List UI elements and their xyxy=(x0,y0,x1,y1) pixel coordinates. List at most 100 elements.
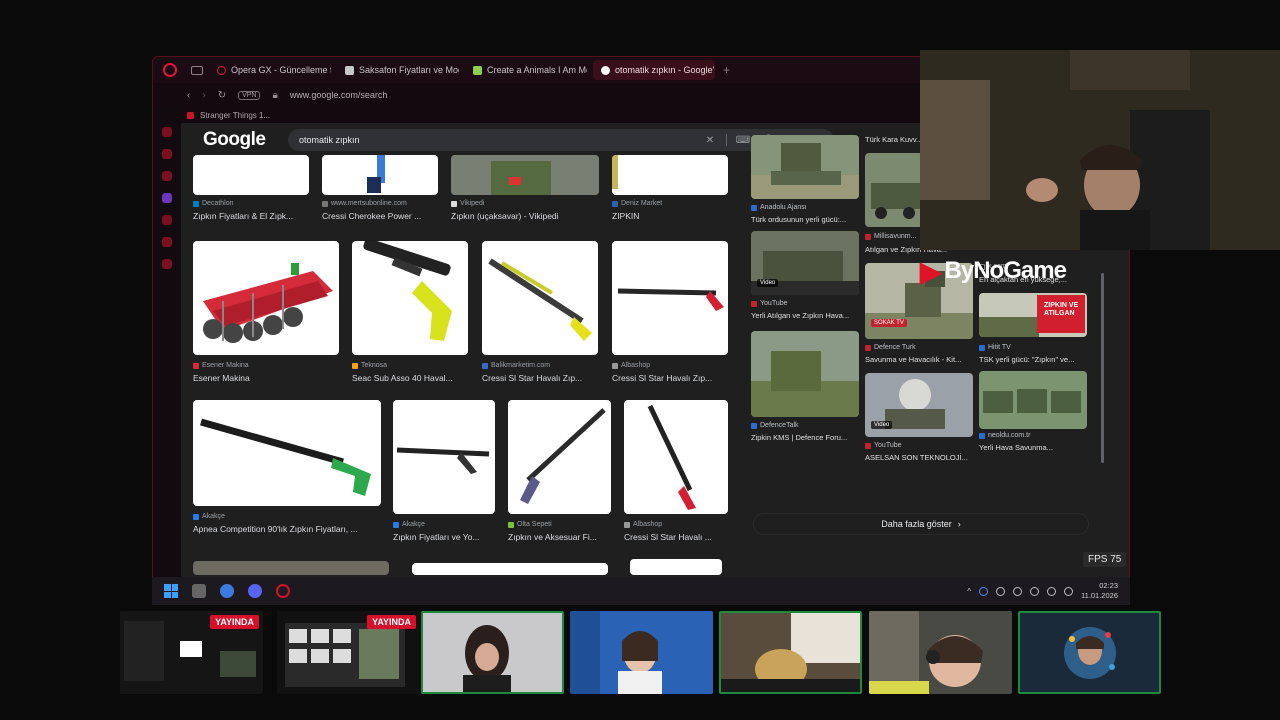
opera-gx-icon[interactable] xyxy=(163,63,177,77)
youtube-icon xyxy=(865,442,871,449)
result-title[interactable]: Türk Kara Kuvv... xyxy=(865,135,923,144)
tab-opera-update[interactable]: Opera GX - Güncelleme ta xyxy=(209,60,331,80)
result-title[interactable]: Zipkin KMS | Defence Foru... xyxy=(751,433,859,442)
forward-icon[interactable]: › xyxy=(202,90,205,101)
result-source: Deniz Market xyxy=(612,200,662,207)
result-thumbnail[interactable] xyxy=(508,400,611,514)
tab-google-search[interactable]: otomatik zıpkın - Google' xyxy=(593,60,715,80)
result-title[interactable]: Cressi Sl Star Havalı Zıp... xyxy=(482,373,598,383)
result-thumbnail[interactable] xyxy=(193,155,309,195)
result-thumbnail[interactable] xyxy=(624,400,728,514)
result-thumbnail[interactable] xyxy=(451,155,599,195)
result-thumbnail[interactable] xyxy=(193,241,339,355)
result-thumbnail[interactable] xyxy=(612,155,728,195)
result-thumbnail[interactable] xyxy=(393,400,495,514)
speargun-image xyxy=(617,288,724,311)
chevron-up-icon[interactable]: ^ xyxy=(967,587,971,596)
sidebar-history-icon[interactable] xyxy=(162,237,172,247)
microphone-icon[interactable] xyxy=(1013,586,1023,596)
vpn-badge[interactable]: VPN xyxy=(238,90,261,100)
google-logo[interactable]: Google xyxy=(203,129,266,151)
sidebar-gx-corner-icon[interactable] xyxy=(162,171,172,181)
result-thumbnail[interactable] xyxy=(612,241,728,355)
result-thumbnail[interactable] xyxy=(322,155,438,195)
participant-video-tile[interactable] xyxy=(1018,611,1161,694)
result-title[interactable]: Apnea Competition 90'lık Zıpkın Fiyatlar… xyxy=(193,524,381,534)
settings-app-icon[interactable] xyxy=(220,584,234,598)
url-field[interactable]: www.google.com/search xyxy=(290,90,388,100)
result-title[interactable]: Savunma ve Havacılık - Kit... xyxy=(865,355,973,364)
wifi-icon[interactable] xyxy=(1030,586,1040,596)
sidebar-home-icon[interactable] xyxy=(162,127,172,137)
result-title[interactable]: Cressi Sl Star Havalı Zıp... xyxy=(612,373,728,383)
participant-video-image xyxy=(721,613,860,692)
screen-share-tile[interactable]: YAYINDA xyxy=(120,611,263,694)
result-title[interactable]: ZIPKIN xyxy=(612,211,728,221)
result-thumbnail[interactable]: Video xyxy=(751,231,859,295)
result-title[interactable]: Yerli Hava Savunma... xyxy=(979,443,1087,452)
battery-icon[interactable] xyxy=(1064,586,1074,596)
result-title[interactable]: Zıpkın Fiyatları ve Yo... xyxy=(393,532,495,542)
file-explorer-icon[interactable] xyxy=(192,584,206,598)
reload-icon[interactable]: ↻ xyxy=(218,90,226,101)
result-thumbnail[interactable] xyxy=(412,563,608,575)
result-thumbnail[interactable] xyxy=(352,241,468,355)
result-thumbnail[interactable]: ZIPKIN VE ATILGAN xyxy=(979,293,1087,337)
result-title[interactable]: Zıpkın (uçaksavar) - Vikipedi xyxy=(451,211,599,221)
twitch-icon[interactable] xyxy=(162,193,172,203)
result-source: Akakçe xyxy=(393,521,425,528)
volume-icon[interactable] xyxy=(1047,586,1057,596)
tab-saxophone[interactable]: Saksafon Fiyatları ve Mod xyxy=(337,60,459,80)
participant-video-tile[interactable] xyxy=(570,611,713,694)
sidebar-player-icon[interactable] xyxy=(162,215,172,225)
tray-app-icon[interactable] xyxy=(979,586,989,596)
source-favicon-icon xyxy=(451,200,457,207)
new-tab-icon[interactable]: + xyxy=(723,63,730,77)
result-title[interactable]: Yerli Atılgan ve Zıpkın Hava... xyxy=(751,311,859,320)
result-title[interactable]: ASELSAN SON TEKNOLOJİ... xyxy=(865,453,973,462)
promo-text: ZIPKIN VE ATILGAN xyxy=(1044,302,1079,317)
show-more-button[interactable]: Daha fazla göster › xyxy=(753,513,1089,535)
result-title[interactable]: Esener Makina xyxy=(193,373,339,383)
tab-animals[interactable]: Create a Animals I Am Mo xyxy=(465,60,587,80)
result-thumbnail[interactable]: Video xyxy=(865,373,973,437)
result-thumbnail[interactable] xyxy=(193,400,381,506)
search-input[interactable]: otomatik zıpkın xyxy=(299,135,697,145)
source-favicon-icon xyxy=(865,344,871,351)
back-icon[interactable]: ‹ xyxy=(187,90,190,101)
result-title[interactable]: Cressi Sl Star Havalı ... xyxy=(624,532,728,542)
result-title[interactable]: TSK yerli gücü: "Zıpkın" ve... xyxy=(979,355,1087,364)
tabs-menu-icon[interactable] xyxy=(191,65,203,75)
bookmark-item[interactable]: Stranger Things 1... xyxy=(200,111,270,120)
result-title[interactable]: Türk ordusunun yerli gücü:... xyxy=(751,215,859,224)
participant-video-tile[interactable] xyxy=(719,611,862,694)
result-source: Vikipedi xyxy=(451,200,484,207)
result-title[interactable]: Cressi Cherokee Power ... xyxy=(322,211,438,221)
clock[interactable]: 02:23 11.01.2026 xyxy=(1081,581,1118,601)
result-title[interactable]: Zıpkın Fiyatları & El Zıpk... xyxy=(193,211,309,221)
result-thumbnail[interactable] xyxy=(751,135,859,199)
screen-share-tile[interactable]: YAYINDA xyxy=(277,611,420,694)
windows-start-icon[interactable] xyxy=(164,584,178,598)
sidebar-settings-icon[interactable] xyxy=(162,259,172,269)
result-thumbnail[interactable] xyxy=(979,371,1087,429)
discord-icon[interactable] xyxy=(248,584,262,598)
tray-app-icon[interactable] xyxy=(996,586,1006,596)
result-thumbnail[interactable] xyxy=(865,153,923,227)
speargun-image xyxy=(200,418,371,496)
participant-video-tile[interactable] xyxy=(421,611,564,694)
result-title[interactable]: Seac Sub Asso 40 Haval... xyxy=(352,373,468,383)
opera-gx-taskbar-icon[interactable] xyxy=(276,584,290,598)
participant-video-tile[interactable] xyxy=(869,611,1012,694)
sidebar-store-icon[interactable] xyxy=(162,149,172,159)
result-thumbnail[interactable] xyxy=(630,559,722,575)
result-source: www.mertsubonline.com xyxy=(322,200,407,207)
vehicle-convoy-image xyxy=(983,389,1081,413)
result-thumbnail[interactable] xyxy=(482,241,598,355)
clear-icon[interactable]: ✕ xyxy=(697,135,723,146)
result-thumbnail[interactable] xyxy=(193,561,389,575)
scrollbar[interactable] xyxy=(1101,273,1104,463)
result-thumbnail[interactable] xyxy=(751,331,859,417)
result-title[interactable]: Zıpkın ve Aksesuar Fi... xyxy=(508,532,611,542)
source-favicon-icon xyxy=(393,521,399,528)
